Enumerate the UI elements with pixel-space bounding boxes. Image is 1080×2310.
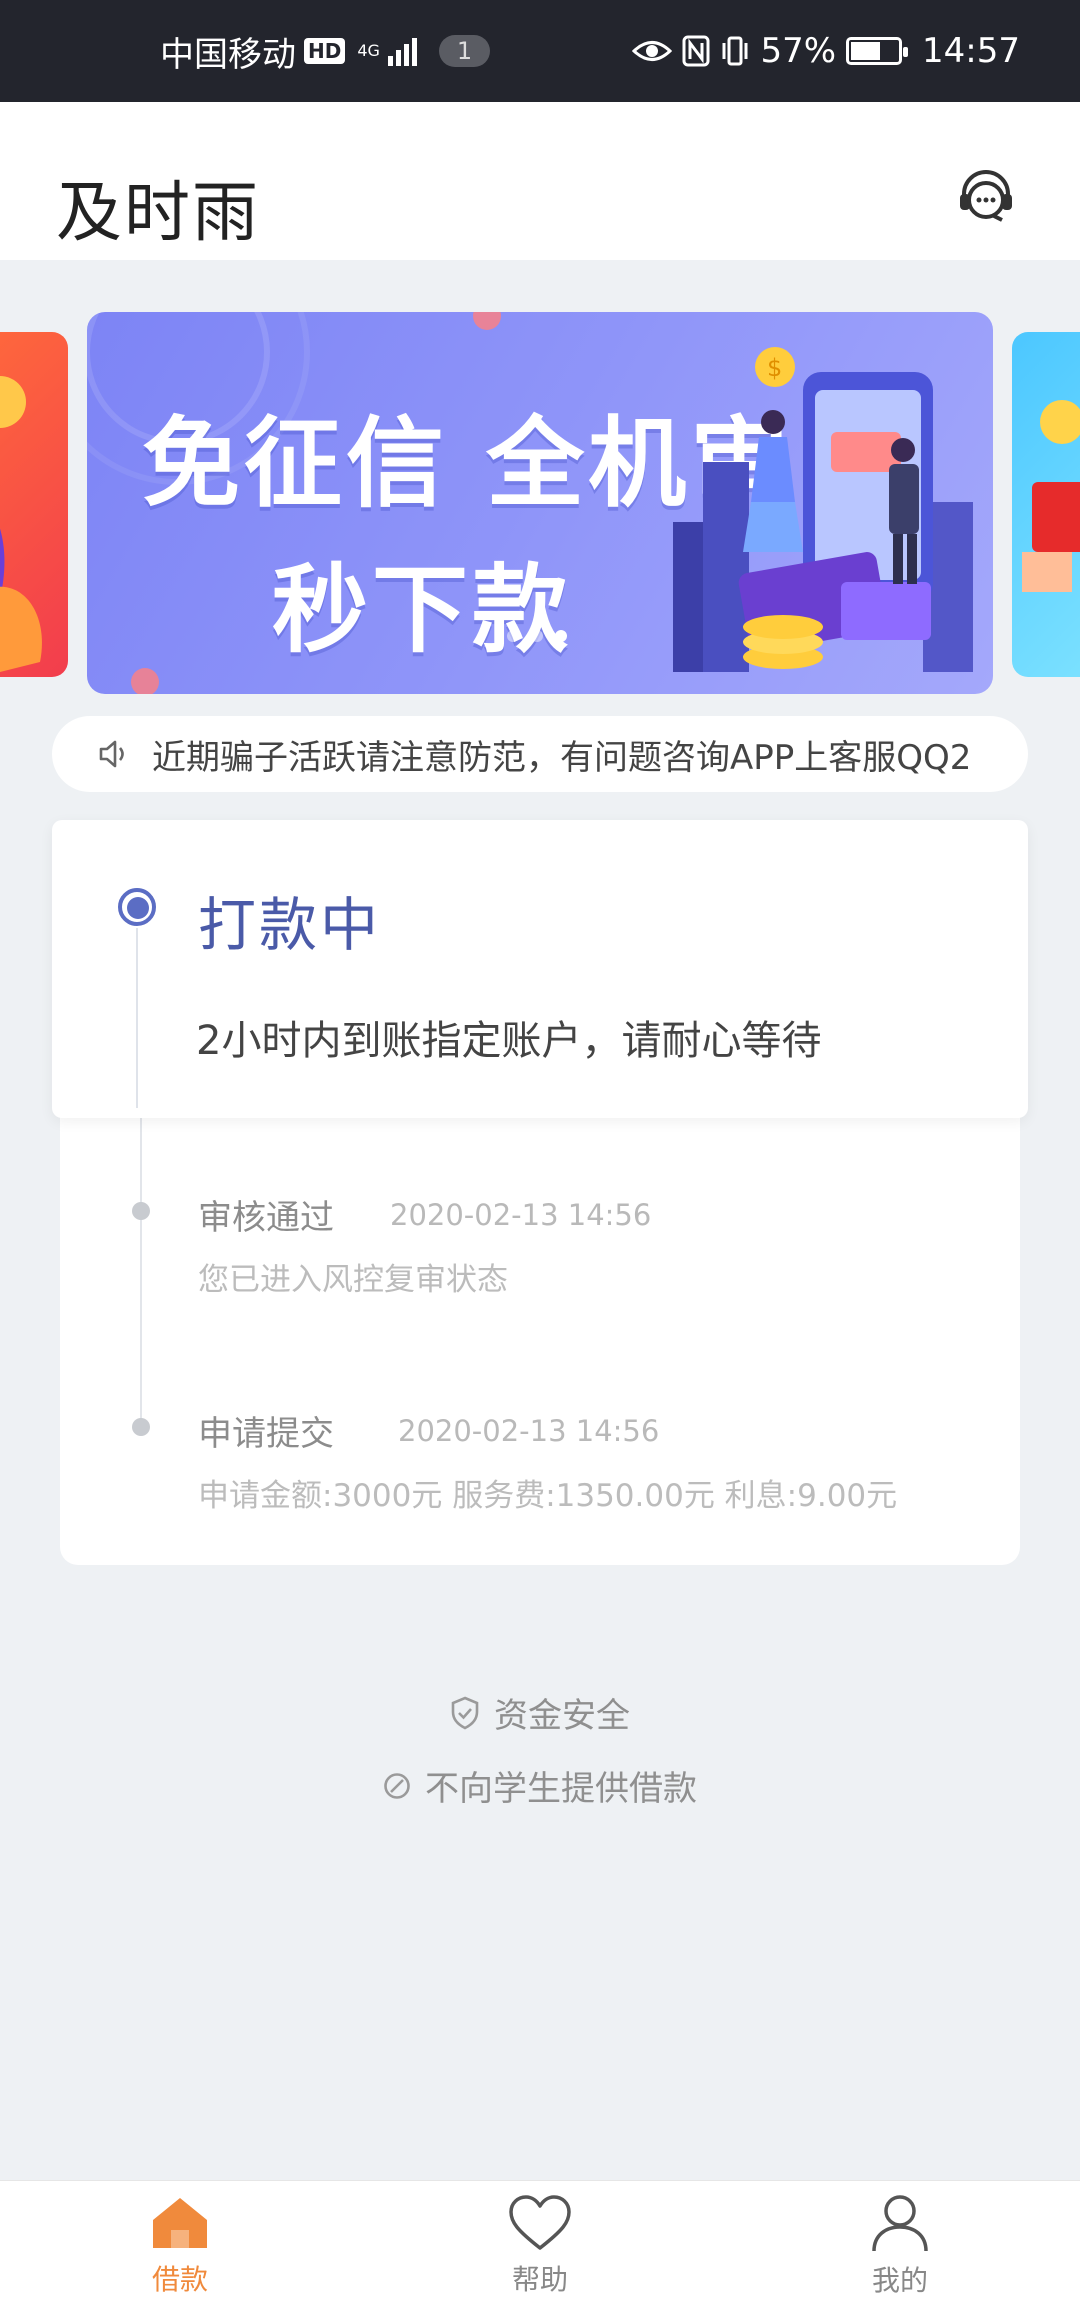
- current-status-description: 2小时内到账指定账户，请耐心等待: [196, 1018, 822, 1064]
- nav-tab-label: 帮助: [511, 2262, 568, 2296]
- carousel-dot[interactable]: [507, 630, 519, 642]
- svg-text:$: $: [767, 354, 782, 382]
- timeline-dot: [132, 1418, 150, 1436]
- assurance-text: 不向学生提供借款: [425, 1769, 697, 1809]
- timeline-step-title: 申请提交: [198, 1414, 334, 1454]
- timeline-dot: [132, 1202, 150, 1220]
- signal-icon: [387, 36, 417, 66]
- current-status-card: 打款中 2小时内到账指定账户，请耐心等待: [52, 820, 1028, 1118]
- timeline-history-card: 审核通过 2020-02-13 14:56 您已进入风控复审状态 申请提交 20…: [60, 1110, 1020, 1565]
- home-icon: [153, 2197, 207, 2248]
- assurance-no-students: 不向学生提供借款: [0, 1761, 1080, 1810]
- assurance-text: 资金安全: [494, 1696, 630, 1736]
- notice-bar[interactable]: 近期骗子活跃请注意防范，有问题咨询APP上客服QQ2: [52, 716, 1028, 792]
- banner-next-art: [1022, 400, 1080, 592]
- nav-tab-help[interactable]: 帮助: [360, 2181, 720, 2310]
- clock: 14:57: [922, 31, 1020, 71]
- nav-tab-label: 借款: [151, 2262, 208, 2296]
- timeline-current-dot: [118, 888, 156, 926]
- nav-tab-mine[interactable]: 我的: [720, 2181, 1080, 2310]
- nav-tab-label: 我的: [871, 2263, 928, 2297]
- banner-prev-art: [0, 376, 42, 672]
- bottom-navigation: 借款 帮助 我的: [0, 2180, 1080, 2310]
- banner-slide-current[interactable]: 免征信 全机审 秒下款 $: [87, 312, 993, 694]
- banner-carousel[interactable]: 免征信 全机审 秒下款 $: [0, 312, 1080, 694]
- carrier-name: 中国移动: [160, 34, 296, 75]
- timeline-line: [140, 1110, 142, 1422]
- timeline-step-title: 审核通过: [198, 1198, 334, 1238]
- no-entry-icon: [384, 1772, 410, 1799]
- vibrate-icon: [722, 36, 748, 66]
- banner-next-slide[interactable]: [1012, 332, 1080, 677]
- nav-tab-loan[interactable]: 借款: [0, 2181, 360, 2310]
- carousel-dot[interactable]: [531, 630, 543, 642]
- banner-subheadline: 秒下款: [272, 554, 572, 666]
- customer-service-button[interactable]: [954, 164, 1018, 228]
- hd-badge: HD: [304, 38, 346, 64]
- heart-icon: [509, 2194, 571, 2250]
- nfc-icon: [682, 35, 710, 67]
- notice-text: 近期骗子活跃请注意防范，有问题咨询APP上客服QQ2: [152, 737, 972, 778]
- banner-prev-slide[interactable]: [0, 332, 68, 677]
- customer-service-icon: [960, 170, 1012, 222]
- timeline-step-description: 您已进入风控复审状态: [198, 1262, 508, 1298]
- person-icon: [872, 2194, 928, 2251]
- app-header: 及时雨: [0, 102, 1080, 260]
- battery-percent: 57%: [760, 31, 837, 71]
- network-type: 4G: [357, 41, 380, 60]
- status-bar: 中国移动 HD 4G 1 57% 14:57: [0, 0, 1080, 102]
- banner-illustration: $: [673, 347, 973, 672]
- app-title: 及时雨: [56, 174, 260, 251]
- timeline-step-description: 申请金额:3000元 服务费:1350.00元 利息:9.00元: [198, 1478, 898, 1514]
- current-status-title: 打款中: [198, 891, 382, 959]
- timeline-line: [136, 928, 138, 1108]
- timeline-step-time: 2020-02-13 14:56: [398, 1414, 660, 1448]
- eye-comfort-icon: [632, 41, 673, 61]
- notification-count: 1: [438, 35, 491, 67]
- battery-icon: [846, 37, 909, 65]
- carousel-dot-active[interactable]: [555, 630, 567, 642]
- shield-check-icon: [451, 1696, 479, 1729]
- assurance-fund-safety: 资金安全: [0, 1688, 1080, 1737]
- carousel-indicator: [507, 630, 567, 642]
- speaker-icon: [99, 740, 124, 768]
- timeline-step-time: 2020-02-13 14:56: [390, 1198, 652, 1232]
